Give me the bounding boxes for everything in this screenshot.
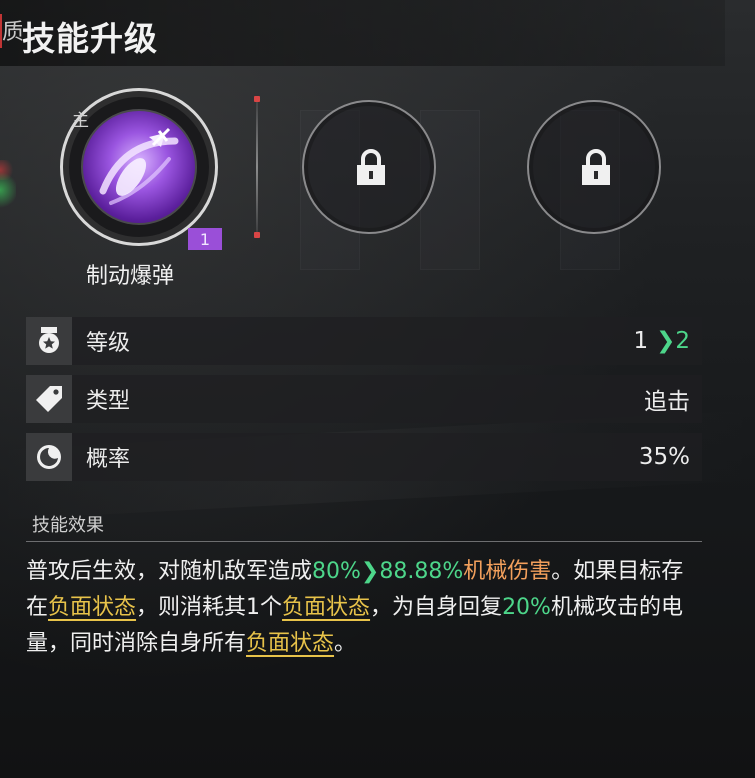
level-to: 2: [675, 328, 690, 354]
stat-value-type: 追击: [644, 389, 690, 415]
effect-title: 技能效果: [32, 515, 104, 536]
stat-label: 类型: [86, 389, 131, 414]
effect-segment: ，为自身回复: [370, 595, 503, 620]
divider-dot: [254, 96, 260, 102]
effect-segment[interactable]: 负面状态: [282, 595, 370, 620]
effect-segment: 机械伤害: [463, 559, 552, 584]
slot-divider: [256, 100, 258, 234]
medal-icon: [26, 317, 72, 365]
stat-value-level: 1 ❯2: [633, 328, 690, 354]
effect-segment: 88.88%: [379, 559, 464, 584]
divider-dot: [254, 232, 260, 238]
skill-level-badge: 1: [188, 228, 222, 250]
stat-row-level: 等级 1 ❯2: [26, 317, 702, 365]
stat-label: 等级: [86, 331, 131, 356]
effect-segment[interactable]: 负面状态: [48, 595, 136, 620]
effect-segment: 。: [334, 631, 357, 656]
background-light-green: [0, 170, 16, 210]
tag-icon: [26, 375, 72, 423]
header-bar: 质 技能升级: [0, 0, 725, 66]
arrow-right-icon: ❯: [360, 559, 380, 584]
effect-segment: 80%: [312, 559, 361, 584]
arrow-right-icon: ❯: [648, 328, 676, 354]
stat-label: 概率: [86, 447, 131, 472]
lock-icon: [357, 149, 385, 185]
lock-icon: [582, 149, 610, 185]
effect-segment: ，则消耗其1个: [136, 595, 283, 620]
skill-name: 制动爆弹: [86, 264, 175, 289]
effect-segment[interactable]: 负面状态: [246, 631, 334, 656]
stat-row-type: 类型 追击: [26, 375, 702, 423]
stat-row-chance: 概率 35%: [26, 433, 702, 481]
effect-segment: 普攻后生效，对随机敌军造成: [26, 559, 313, 584]
header-mark: 质: [0, 14, 22, 48]
skill-slot-locked[interactable]: [302, 100, 436, 234]
stat-value-chance: 35%: [638, 444, 690, 470]
level-from: 1: [633, 328, 649, 354]
effect-segment: 20%: [502, 595, 551, 620]
bomb-skill-icon: [81, 109, 197, 225]
moon-icon: [26, 433, 72, 481]
page-title: 技能升级: [22, 19, 158, 58]
effect-description: 普攻后生效，对随机敌军造成80%❯88.88%机械伤害。如果目标存在负面状态，则…: [26, 554, 702, 662]
skill-slot-locked[interactable]: [527, 100, 661, 234]
effect-divider: [26, 541, 702, 542]
main-slot-tag: 主: [72, 111, 89, 131]
